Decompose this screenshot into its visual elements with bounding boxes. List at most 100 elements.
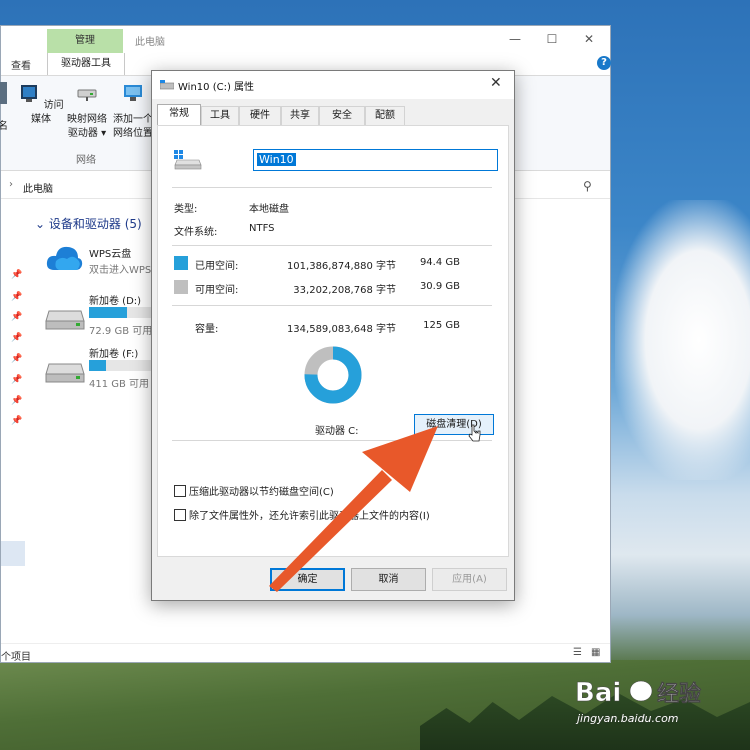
- chevron-right-icon: ›: [9, 179, 13, 190]
- window-title: 此电脑: [135, 37, 165, 48]
- drive-name: 新加卷 (D:): [89, 296, 142, 307]
- minimize-button[interactable]: —: [497, 29, 533, 49]
- ribbon-left-fragment[interactable]: 名: [0, 82, 9, 134]
- pin-icon: 📌: [11, 396, 23, 406]
- drive-letter-label: 驱动器 C:: [315, 426, 359, 437]
- drive-usage-bar: [89, 307, 151, 318]
- help-icon[interactable]: ?: [597, 56, 611, 70]
- free-space-bytes: 33,202,208,768 字节: [293, 285, 396, 296]
- network-drive-icon: [77, 89, 97, 101]
- divider: [172, 187, 492, 188]
- capacity-bytes: 134,589,083,648 字节: [286, 324, 396, 335]
- tab-tools[interactable]: 工具: [201, 106, 239, 125]
- type-value: 本地磁盘: [249, 204, 289, 215]
- status-text: 个项目: [1, 652, 31, 663]
- drive-name: WPS云盘: [89, 249, 132, 260]
- section-header[interactable]: ⌄ 设备和驱动器 (5): [35, 215, 142, 232]
- ok-button[interactable]: 确定: [270, 568, 345, 591]
- maximize-button[interactable]: ☐: [534, 29, 570, 49]
- pin-icon: 📌: [11, 312, 23, 322]
- properties-icon: [0, 82, 7, 104]
- free-space-gb: 30.9 GB: [419, 281, 460, 292]
- capacity-label: 容量:: [195, 324, 219, 335]
- map-network-drive-button[interactable]: 映射网络 驱动器 ▾: [63, 82, 111, 141]
- close-button[interactable]: ✕: [571, 29, 607, 49]
- apply-button[interactable]: 应用(A): [432, 568, 507, 591]
- tab-sharing[interactable]: 共享: [281, 106, 319, 125]
- drive-sub: 双击进入WPS: [89, 265, 152, 276]
- navigation-pane: 📌 📌 📌 📌 📌 📌 📌 📌: [1, 206, 29, 646]
- drive-name-input[interactable]: Win10: [253, 149, 498, 171]
- search-icon[interactable]: ⚲: [583, 179, 596, 193]
- chevron-down-icon: ⌄: [35, 217, 46, 231]
- free-space-label: 可用空间:: [195, 285, 239, 296]
- dialog-tabs: 常规 工具 硬件 共享 安全 配额: [157, 104, 509, 126]
- free-space-swatch: [174, 280, 188, 294]
- drive-name-value: Win10: [257, 153, 296, 166]
- drive-usage-bar: [89, 360, 151, 371]
- used-space-bytes: 101,386,874,880 字节: [286, 261, 396, 272]
- add-network-location-button[interactable]: 添加一个 网络位置: [109, 82, 157, 141]
- drive-icon: [45, 310, 85, 330]
- pin-icon: 📌: [11, 333, 23, 343]
- status-bar: 个项目 ☰ ▦: [1, 643, 610, 663]
- media-icon: [21, 85, 38, 102]
- tab-hardware[interactable]: 硬件: [239, 106, 281, 125]
- network-location-icon: [124, 85, 142, 101]
- general-panel: Win10 类型: 本地磁盘 文件系统: NTFS 已用空间: 101,386,…: [157, 125, 509, 557]
- ribbon-group-label: 网络: [76, 155, 96, 166]
- properties-dialog: Win10 (C:) 属性 ✕ 常规 工具 硬件 共享 安全 配额 Win10 …: [151, 70, 515, 601]
- nav-selected-item[interactable]: [1, 541, 25, 566]
- drive-usage-fill: [89, 307, 128, 318]
- disk-cleanup-button[interactable]: 磁盘清理(D): [414, 414, 494, 435]
- drive-icon: [160, 80, 174, 90]
- svg-text:Bai: Bai: [575, 678, 621, 708]
- mouse-cursor-icon: [468, 424, 481, 442]
- drive-icon: [45, 363, 85, 383]
- capacity-gb: 125 GB: [423, 320, 460, 331]
- baidu-logo: Bai 经验: [575, 678, 701, 709]
- compress-option[interactable]: 压缩此驱动器以节约磁盘空间(C): [174, 483, 334, 498]
- explorer-titlebar: 管理 此电脑 — ☐ ✕: [1, 26, 610, 53]
- pin-icon: 📌: [11, 375, 23, 385]
- index-checkbox[interactable]: [174, 509, 186, 521]
- tab-manage[interactable]: 管理: [47, 29, 123, 53]
- svg-text:经验: 经验: [657, 681, 701, 707]
- disk-usage-donut: [304, 346, 362, 404]
- cloud-icon: [46, 246, 83, 270]
- pin-icon: 📌: [11, 416, 23, 426]
- index-option[interactable]: 除了文件属性外，还允许索引此驱动器上文件的内容(I): [174, 507, 430, 522]
- used-space-label: 已用空间:: [195, 261, 239, 272]
- divider: [172, 305, 492, 306]
- dialog-title: Win10 (C:) 属性: [178, 82, 255, 93]
- divider: [172, 245, 492, 246]
- pin-icon: 📌: [11, 354, 23, 364]
- close-icon[interactable]: ✕: [490, 75, 502, 91]
- access-media-button[interactable]: 访问媒体: [17, 82, 65, 127]
- cancel-button[interactable]: 取消: [351, 568, 426, 591]
- type-label: 类型:: [174, 204, 198, 215]
- details-view-icon[interactable]: ☰: [573, 647, 582, 658]
- watermark-url: jingyan.baidu.com: [577, 712, 679, 725]
- divider: [172, 440, 492, 441]
- filesystem-value: NTFS: [249, 223, 275, 234]
- used-space-swatch: [174, 256, 188, 270]
- pin-icon: 📌: [11, 270, 23, 280]
- compress-checkbox[interactable]: [174, 485, 186, 497]
- address-text: 此电脑: [23, 184, 53, 195]
- large-icons-view-icon[interactable]: ▦: [591, 647, 600, 658]
- drive-free-space: 411 GB 可用: [89, 379, 150, 390]
- drive-icon: [174, 150, 202, 170]
- tab-drive-tools[interactable]: 驱动器工具: [47, 53, 125, 75]
- used-space-gb: 94.4 GB: [419, 257, 460, 268]
- drive-name: 新加卷 (F:): [89, 349, 139, 360]
- tab-view[interactable]: 查看: [11, 57, 31, 72]
- pin-icon: 📌: [11, 292, 23, 302]
- tab-security[interactable]: 安全: [319, 106, 365, 125]
- dialog-titlebar: Win10 (C:) 属性 ✕: [152, 71, 514, 99]
- tab-quota[interactable]: 配额: [365, 106, 405, 125]
- drive-free-space: 72.9 GB 可用: [89, 326, 153, 337]
- filesystem-label: 文件系统:: [174, 227, 218, 238]
- drive-usage-fill: [89, 360, 107, 371]
- tab-general[interactable]: 常规: [157, 104, 201, 126]
